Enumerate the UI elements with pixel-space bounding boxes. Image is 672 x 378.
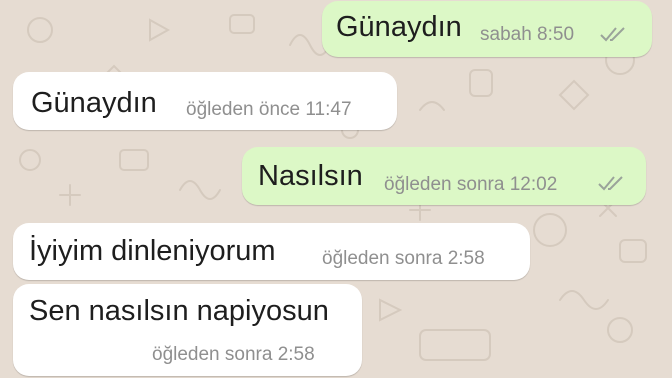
message-text: Günaydın (31, 87, 157, 119)
outgoing-message-bubble[interactable]: Günaydın sabah 8:50 (322, 1, 652, 57)
incoming-message-bubble[interactable]: Günaydın öğleden önce 11:47 (13, 72, 397, 130)
message-timestamp: sabah 8:50 (480, 24, 575, 45)
message-text: İyiyim dinleniyorum (29, 235, 276, 267)
message-text: Nasılsın (258, 160, 363, 192)
message-text: Günaydın (336, 11, 462, 43)
message-timestamp: öğleden sonra 12:02 (384, 174, 558, 195)
message-timestamp: öğleden sonra 2:58 (322, 248, 485, 269)
double-check-icon (598, 176, 623, 191)
message-timestamp: öğleden önce 11:47 (186, 99, 352, 120)
message-timestamp: öğleden sonra 2:58 (152, 344, 315, 365)
outgoing-message-bubble[interactable]: Nasılsın öğleden sonra 12:02 (242, 147, 646, 205)
incoming-message-bubble[interactable]: Sen nasılsın napiyosun öğleden sonra 2:5… (13, 284, 362, 376)
message-text: Sen nasılsın napiyosun (29, 295, 329, 327)
incoming-message-bubble[interactable]: İyiyim dinleniyorum öğleden sonra 2:58 (13, 223, 530, 280)
double-check-icon (600, 27, 625, 42)
